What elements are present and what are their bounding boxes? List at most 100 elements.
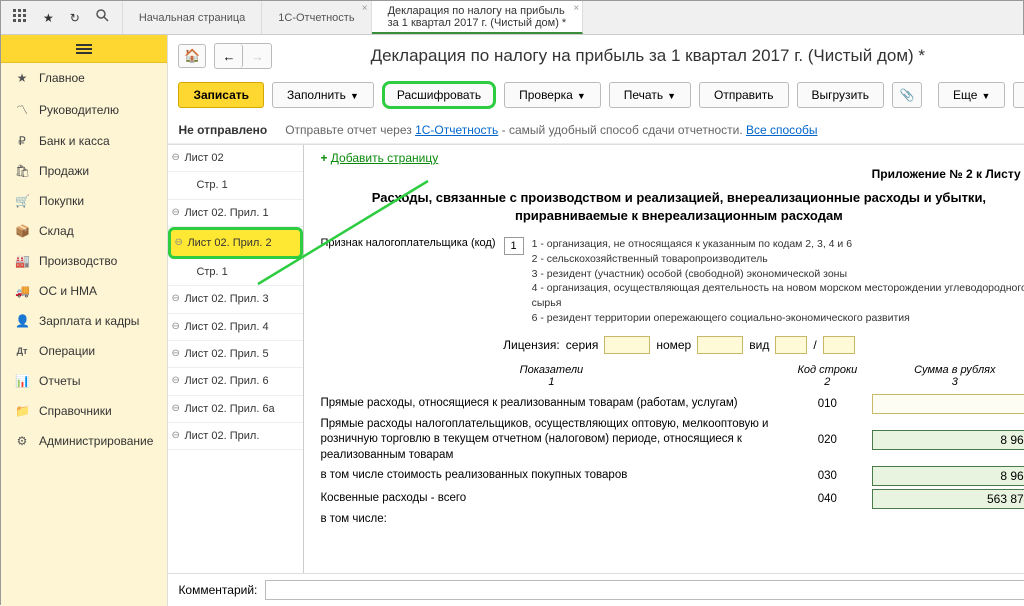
sidebar-item-purchases[interactable]: 🛒Покупки [1, 186, 167, 216]
person-icon: 👤 [15, 314, 29, 328]
column-headers: Показатели1 Код строки2 Сумма в рублях3 [320, 364, 1024, 388]
link-1c-reporting[interactable]: 1С-Отчетность [415, 123, 498, 137]
tree-item[interactable]: ⊖Лист 02. Прил. 6а [168, 396, 303, 423]
gear-icon: ⚙ [15, 434, 29, 448]
license-type-input[interactable] [775, 336, 807, 354]
action-bar: Записать Заполнить▼ Расшифровать Проверк… [168, 77, 1024, 117]
send-button[interactable]: Отправить [699, 82, 789, 108]
tree-item[interactable]: ⊖Лист 02. Прил. 4 [168, 314, 303, 341]
sidebar-item-production[interactable]: 🏭Производство [1, 246, 167, 276]
truck-icon: 🚚 [15, 284, 29, 298]
status-label: Не отправлено [178, 123, 267, 137]
link-all-ways[interactable]: Все способы [746, 123, 818, 137]
amount-input[interactable] [872, 430, 1024, 450]
attach-button[interactable]: 📎 [892, 82, 922, 108]
tree-item[interactable]: ⊖Лист 02 [168, 145, 303, 172]
tab-home[interactable]: Начальная страница [123, 1, 262, 34]
close-icon[interactable]: × [362, 3, 368, 14]
tab-label: за 1 квартал 2017 г. (Чистый дом) * [388, 17, 567, 29]
sidebar-item-catalogs[interactable]: 📁Справочники [1, 396, 167, 426]
sidebar-item-manager[interactable]: 〽Руководителю [1, 93, 167, 126]
factory-icon: 🏭 [15, 254, 29, 268]
license-type2-input[interactable] [823, 336, 855, 354]
tab-reporting[interactable]: 1С-Отчетность × [262, 1, 371, 34]
back-button[interactable]: ← [215, 44, 243, 68]
tab-label: Декларация по налогу на прибыль [388, 5, 567, 17]
taxpayer-notes: 1 - организация, не относящаяся к указан… [532, 237, 1024, 325]
home-button[interactable]: 🏠 [178, 44, 206, 68]
tab-declaration[interactable]: Декларация по налогу на прибыль за 1 ква… [372, 1, 584, 34]
tab-label: Начальная страница [139, 12, 245, 24]
data-row: в том числе стоимость реализованных поку… [320, 466, 1024, 486]
export-button[interactable]: Выгрузить [797, 82, 885, 108]
sidebar-item-reports[interactable]: 📊Отчеты [1, 366, 167, 396]
tree-item[interactable]: ⊖Лист 02. Прил. [168, 423, 303, 450]
cart-icon: 🛒 [15, 194, 29, 208]
folder-icon: 📁 [15, 404, 29, 418]
add-page-link[interactable]: Добавить страницу [331, 151, 438, 165]
help-button[interactable]: ? [1013, 82, 1024, 108]
sidebar-item-bank[interactable]: ₽Банк и касса [1, 126, 167, 156]
search-icon[interactable] [96, 9, 110, 26]
tree-item[interactable]: ⊖Лист 02. Прил. 5 [168, 341, 303, 368]
bars-icon: 📊 [15, 374, 29, 388]
top-toolbar: ★ ↻ Начальная страница 1С-Отчетность × Де… [1, 1, 1023, 35]
forward-button[interactable]: → [243, 44, 271, 68]
tab-label: 1С-Отчетность [278, 12, 354, 24]
data-row: Прямые расходы налогоплательщиков, осуще… [320, 417, 1024, 464]
comment-label: Комментарий: [178, 583, 257, 597]
more-button[interactable]: Еще▼ [938, 82, 1005, 108]
sidebar-item-sales[interactable]: 🛍Продажи [1, 156, 167, 186]
amount-input[interactable] [872, 394, 1024, 414]
license-row: Лицензия: серия номер вид / [320, 336, 1024, 354]
status-text: Отправьте отчет через 1С-Отчетность - са… [285, 123, 817, 137]
tree-item[interactable]: ⊖Лист 02. Прил. 1 [168, 200, 303, 227]
bag-icon: 🛍 [15, 164, 29, 178]
chart-icon: 〽 [15, 101, 29, 118]
star-icon[interactable]: ★ [43, 11, 54, 25]
tree-item[interactable]: Стр. 1 [168, 172, 303, 199]
close-icon[interactable]: × [573, 3, 579, 14]
license-series-input[interactable] [604, 336, 650, 354]
sidebar-item-assets[interactable]: 🚚ОС и НМА [1, 276, 167, 306]
sidebar-item-main[interactable]: ★Главное [1, 63, 167, 93]
data-row: Косвенные расходы - всего040 [320, 489, 1024, 509]
comment-row: Комментарий: [168, 573, 1024, 606]
tree-item[interactable]: ⊖Лист 02. Прил. 6 [168, 368, 303, 395]
money-icon: ₽ [15, 134, 29, 148]
sidebar-item-warehouse[interactable]: 📦Склад [1, 216, 167, 246]
fill-button[interactable]: Заполнить▼ [272, 82, 374, 108]
taxpayer-code[interactable]: 1 [504, 237, 524, 255]
tree-item[interactable]: Стр. 1 [168, 259, 303, 286]
status-row: Не отправлено Отправьте отчет через 1С-О… [168, 117, 1024, 144]
amount-input[interactable] [872, 489, 1024, 509]
decode-button[interactable]: Расшифровать [382, 81, 496, 109]
print-button[interactable]: Печать▼ [609, 82, 691, 108]
tree-item[interactable]: ⊖Лист 02. Прил. 2 [168, 227, 303, 259]
sidebar-item-operations[interactable]: ДтОперации [1, 336, 167, 366]
dkt-icon: Дт [15, 346, 29, 356]
save-button[interactable]: Записать [178, 82, 264, 108]
license-number-input[interactable] [697, 336, 743, 354]
form-main-title: Расходы, связанные с производством и реа… [320, 189, 1024, 225]
check-button[interactable]: Проверка▼ [504, 82, 601, 108]
amount-input[interactable] [872, 466, 1024, 486]
sidebar-item-salary[interactable]: 👤Зарплата и кадры [1, 306, 167, 336]
sidebar-item-admin[interactable]: ⚙Администрирование [1, 426, 167, 456]
history-icon[interactable]: ↻ [70, 11, 80, 25]
page-tree: ⊖Лист 02Стр. 1⊖Лист 02. Прил. 1⊖Лист 02.… [168, 145, 304, 573]
form-area: + Добавить страницу Приложение № 2 к Лис… [304, 145, 1024, 573]
apps-icon[interactable] [13, 9, 27, 26]
comment-input[interactable] [265, 580, 1024, 600]
page-title: Декларация по налогу на прибыль за 1 ква… [280, 46, 1015, 66]
taxpayer-label: Признак налогоплательщика (код) [320, 237, 495, 249]
data-row: Прямые расходы, относящиеся к реализован… [320, 394, 1024, 414]
tree-item[interactable]: ⊖Лист 02. Прил. 3 [168, 286, 303, 313]
sidebar: ★Главное 〽Руководителю ₽Банк и касса 🛍Пр… [1, 35, 168, 606]
box-icon: 📦 [15, 224, 29, 238]
data-row: в том числе: [320, 512, 1024, 528]
star-icon: ★ [15, 71, 29, 85]
sidebar-toggle[interactable] [1, 35, 167, 63]
appendix-title: Приложение № 2 к Листу 02 [320, 167, 1024, 181]
content: 🏠 ← → Декларация по налогу на прибыль за… [168, 35, 1024, 606]
